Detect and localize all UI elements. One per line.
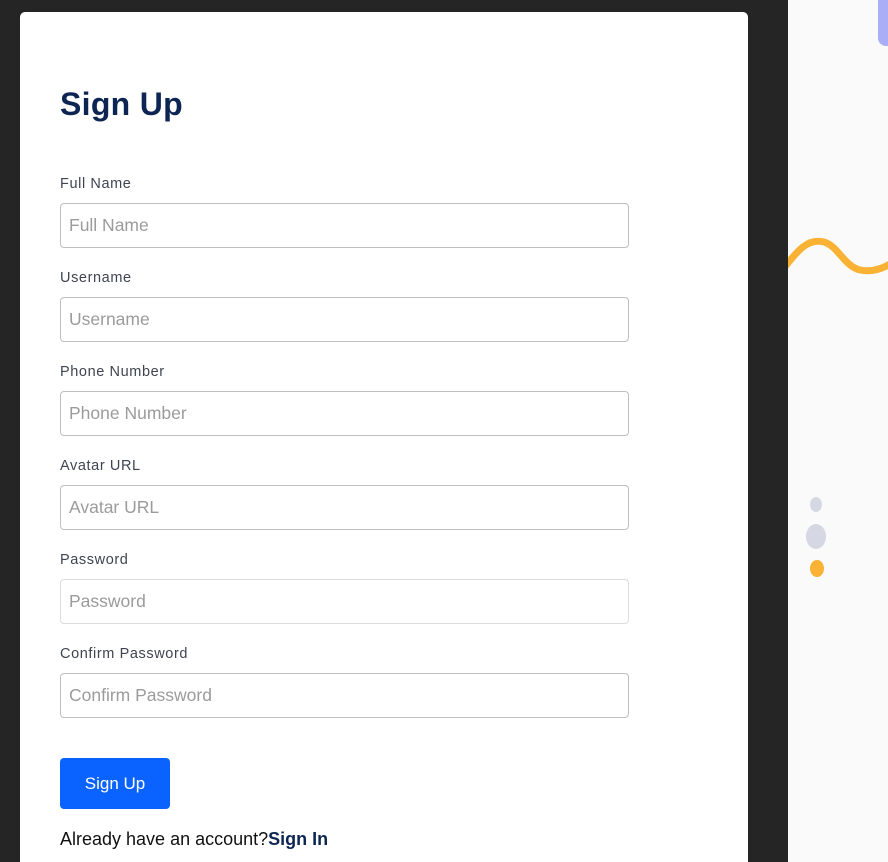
confirm-password-input[interactable] xyxy=(60,673,629,718)
phone-number-input[interactable] xyxy=(60,391,629,436)
decorative-wave xyxy=(788,237,888,275)
decorative-panel xyxy=(788,0,888,862)
decorative-dot xyxy=(810,497,822,512)
password-input[interactable] xyxy=(60,579,629,624)
page-title: Sign Up xyxy=(60,86,183,122)
avatar-url-label: Avatar URL xyxy=(60,458,141,474)
username-input[interactable] xyxy=(60,297,629,342)
decorative-blue-shape xyxy=(878,0,888,46)
decorative-dot xyxy=(810,560,824,577)
page: Sign Up Full Name Username Phone Number … xyxy=(0,0,888,862)
signin-prompt-text: Already have an account? xyxy=(60,829,269,849)
signin-prompt: Already have an account?Sign In xyxy=(60,829,328,850)
sign-up-button[interactable]: Sign Up xyxy=(60,758,170,809)
phone-number-label: Phone Number xyxy=(60,364,165,380)
sign-in-link[interactable]: Sign In xyxy=(268,829,328,849)
confirm-password-label: Confirm Password xyxy=(60,646,189,662)
full-name-input[interactable] xyxy=(60,203,629,248)
password-label: Password xyxy=(60,552,129,568)
signup-card: Sign Up Full Name Username Phone Number … xyxy=(20,12,748,862)
full-name-label: Full Name xyxy=(60,176,132,192)
avatar-url-input[interactable] xyxy=(60,485,629,530)
decorative-dot xyxy=(806,524,826,549)
username-label: Username xyxy=(60,270,132,286)
